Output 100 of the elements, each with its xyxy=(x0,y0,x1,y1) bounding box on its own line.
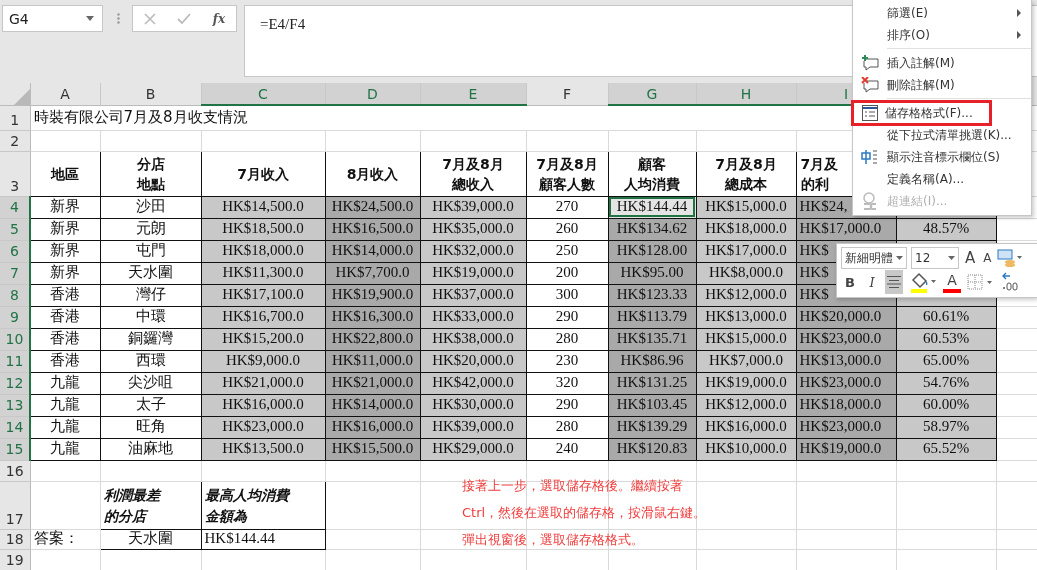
font-color-button[interactable]: A xyxy=(943,271,961,293)
decrease-decimal-icon xyxy=(1001,272,1019,292)
comment-plus-icon xyxy=(861,55,879,71)
table-cell: 香港 xyxy=(30,284,100,306)
row-header[interactable]: 19 xyxy=(0,549,30,570)
table-cell: 顧客 人均消費 xyxy=(608,151,696,196)
column-header[interactable]: B xyxy=(100,83,201,105)
table-cell: 屯門 xyxy=(100,240,201,262)
table-cell: 300 xyxy=(526,284,608,306)
table-cell: 280 xyxy=(526,328,608,350)
phonetic-icon xyxy=(861,149,879,165)
submenu-arrow-icon xyxy=(1017,31,1021,39)
table-cell: 元朗 xyxy=(100,218,201,240)
font-name-dropdown[interactable]: 新細明體 xyxy=(841,247,907,269)
table-cell: 灣仔 xyxy=(100,284,201,306)
table-cell: 290 xyxy=(526,394,608,416)
align-center-button[interactable] xyxy=(885,270,903,294)
table-cell: 天水圍 xyxy=(100,529,201,549)
table-cell: 290 xyxy=(526,306,608,328)
column-header[interactable]: C xyxy=(201,83,325,105)
table-cell: 8月收入 xyxy=(325,151,420,196)
table-cell: 利潤最差 的分店 xyxy=(100,481,201,529)
menu-item[interactable]: 插入註解(M) xyxy=(853,52,1031,74)
row-header[interactable]: 7 xyxy=(0,262,30,284)
table-cell: 280 xyxy=(526,416,608,438)
table-cell: 香港 xyxy=(30,350,100,372)
column-header[interactable]: F xyxy=(526,83,608,105)
cell-styles-icon[interactable] xyxy=(997,249,1024,267)
table-cell: 旺角 xyxy=(100,416,201,438)
table-cell: 230 xyxy=(526,350,608,372)
column-header[interactable]: G xyxy=(608,83,696,105)
table-cell: 270 xyxy=(526,196,608,218)
caret-icon xyxy=(896,256,903,260)
table-cell: 320 xyxy=(526,372,608,394)
row-header[interactable]: 18 xyxy=(0,529,30,549)
row-header[interactable]: 3 xyxy=(0,151,30,196)
submenu-arrow-icon xyxy=(1017,9,1021,17)
insert-function-button[interactable]: fx xyxy=(212,11,226,26)
row-header[interactable]: 16 xyxy=(0,460,30,481)
row-header[interactable]: 14 xyxy=(0,416,30,438)
row-header[interactable]: 4 xyxy=(0,196,30,218)
column-header[interactable]: E xyxy=(420,83,526,105)
table-cell: 7月及8月 總收入 xyxy=(420,151,526,196)
table-cell: 260 xyxy=(526,218,608,240)
sheet-title: 時裝有限公司7月及8月收支情況 xyxy=(33,108,248,127)
table-cell: 240 xyxy=(526,438,608,460)
cancel-icon[interactable] xyxy=(143,12,156,25)
enter-icon[interactable] xyxy=(177,12,192,25)
row-header[interactable]: 15 xyxy=(0,438,30,460)
table-cell: 新界 xyxy=(30,240,100,262)
font-size-dropdown[interactable]: 12 xyxy=(911,247,959,269)
table-cell: 尖沙咀 xyxy=(100,372,201,394)
row-header[interactable]: 10 xyxy=(0,328,30,350)
name-box[interactable]: G4 xyxy=(2,5,103,32)
row-header[interactable]: 17 xyxy=(0,481,30,529)
borders-icon xyxy=(967,274,993,290)
row-header[interactable]: 1 xyxy=(0,105,30,130)
table-cell: 地區 xyxy=(30,151,100,196)
row-header[interactable]: 5 xyxy=(0,218,30,240)
table-cell: 沙田 xyxy=(100,196,201,218)
column-header[interactable]: D xyxy=(325,83,420,105)
table-cell: 7月及8月 總成本 xyxy=(696,151,796,196)
table-cell: 新界 xyxy=(30,262,100,284)
column-header[interactable]: A xyxy=(30,83,100,105)
table-cell: 油麻地 xyxy=(100,438,201,460)
menu-item[interactable]: 從下拉式清單挑選(K)... xyxy=(853,124,1031,146)
decrease-font-size-button[interactable]: A xyxy=(981,247,994,269)
row-header[interactable]: 11 xyxy=(0,350,30,372)
table-cell: 分店 地點 xyxy=(100,151,201,196)
menu-item[interactable]: 篩選(E) xyxy=(853,2,1031,24)
table-cell: 西環 xyxy=(100,350,201,372)
table-cell: 九龍 xyxy=(30,372,100,394)
row-header[interactable]: 9 xyxy=(0,306,30,328)
increase-font-size-button[interactable]: A xyxy=(963,247,978,269)
comment-delete-icon xyxy=(861,77,879,93)
row-header[interactable]: 12 xyxy=(0,372,30,394)
column-header[interactable]: H xyxy=(696,83,796,105)
align-center-icon xyxy=(887,276,901,288)
table-cell: 香港 xyxy=(30,328,100,350)
row-header[interactable]: 6 xyxy=(0,240,30,262)
table-cell: 最高人均消費 金額為 xyxy=(201,481,325,529)
row-header[interactable]: 2 xyxy=(0,130,30,151)
table-cell: 香港 xyxy=(30,306,100,328)
table-cell: 銅鑼灣 xyxy=(100,328,201,350)
table-cell: 200 xyxy=(526,262,608,284)
table-cell: 九龍 xyxy=(30,394,100,416)
row-header[interactable]: 13 xyxy=(0,394,30,416)
table-cell: 新界 xyxy=(30,218,100,240)
row-header[interactable]: 8 xyxy=(0,284,30,306)
table-cell: 天水圍 xyxy=(100,262,201,284)
table-cell: 7月收入 xyxy=(201,151,325,196)
table-cell: 新界 xyxy=(30,196,100,218)
table-cell: 九龍 xyxy=(30,438,100,460)
format-cells-icon xyxy=(861,105,878,121)
grip-icon xyxy=(117,13,120,24)
table-cell: 九龍 xyxy=(30,416,100,438)
menu-item[interactable]: 儲存格格式(F)... xyxy=(851,100,992,126)
caret-icon xyxy=(948,256,955,260)
instruction-note: 接著上一步，選取儲存格後。繼續按著 Ctrl，然後在選取的儲存格，按滑鼠右鍵。 彈出視窗後，選取儲存格格式。 xyxy=(462,477,707,549)
menu-item[interactable]: 排序(O) xyxy=(853,24,1031,46)
